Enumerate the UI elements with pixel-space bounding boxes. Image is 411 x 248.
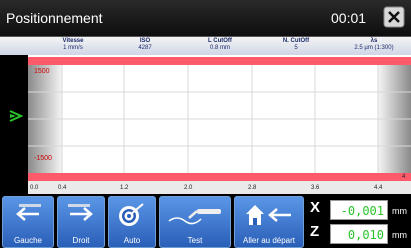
title-bar: Positionnement 00:01	[0, 0, 411, 37]
z-unit: mm	[392, 230, 407, 240]
x-tick-label: 2.8	[248, 185, 257, 191]
y-axis-top-label: 1500	[34, 68, 50, 75]
param-speed: Vitesse 1 mm/s	[62, 38, 84, 51]
x-tick-label: 4	[402, 174, 406, 180]
y-axis-bottom-label: -1500	[34, 155, 52, 162]
target-icon	[119, 203, 144, 226]
window-title: Positionnement	[6, 10, 103, 26]
test-label: Test	[187, 236, 203, 245]
auto-button[interactable]: Auto	[108, 196, 156, 248]
move-right-label: Droit	[72, 236, 90, 245]
profile-plot: 1500 -1500	[0, 55, 411, 194]
go-to-start-label: Aller au départ	[242, 236, 296, 245]
lower-limit-band	[28, 173, 411, 181]
position-readout: X -0,001 mm Z 0,010 mm	[306, 198, 411, 246]
arrow-left-icon	[16, 204, 41, 221]
plot-canvas	[0, 55, 411, 194]
param-lambda-s: λs 2.5 µm (1:300)	[354, 38, 394, 51]
move-right-button[interactable]: Droit	[57, 196, 105, 248]
z-axis-label: Z	[310, 223, 320, 240]
x-tick-label: 2.0	[184, 185, 193, 191]
x-axis-label: X	[310, 199, 321, 216]
x-tick-label: 0.4	[58, 185, 67, 191]
x-unit: mm	[392, 206, 407, 216]
param-cutoff: L CutOff 0.8 mm	[208, 38, 232, 51]
param-iso: ISO 4287	[138, 38, 152, 51]
x-position-value: -0,001	[330, 200, 388, 220]
x-tick-label: 3.6	[311, 185, 320, 191]
param-n-cutoff: N. CutOff 5	[282, 38, 310, 51]
measurement-parameters: Vitesse 1 mm/s ISO 4287 L CutOff 0.8 mm …	[0, 37, 411, 55]
close-icon[interactable]	[383, 6, 405, 28]
upper-limit-band	[28, 57, 411, 65]
move-left-button[interactable]: Gauche	[2, 196, 54, 248]
move-left-label: Gauche	[13, 236, 43, 245]
x-tick-label: 1.2	[120, 185, 129, 191]
auto-label: Auto	[123, 236, 141, 245]
go-to-start-button[interactable]: Aller au départ	[234, 196, 304, 248]
stylus-icon	[168, 209, 221, 225]
x-tick-label: 4.4	[374, 185, 383, 191]
x-tick-label: 0.0	[30, 185, 39, 191]
z-position-value: 0,010	[330, 224, 388, 244]
clock: 00:01	[331, 10, 367, 26]
home-icon	[246, 205, 291, 225]
test-button[interactable]: Test	[159, 196, 231, 248]
position-marker-icon	[9, 109, 24, 122]
arrow-right-icon	[68, 204, 93, 221]
